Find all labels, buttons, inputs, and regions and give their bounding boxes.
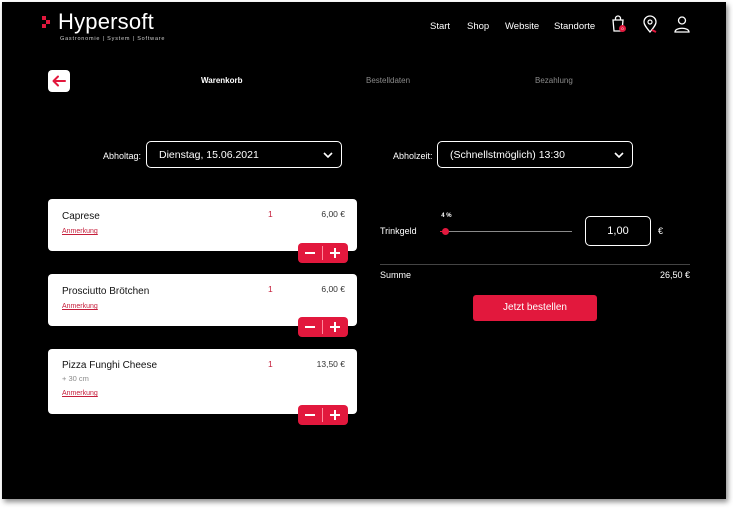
summary-label: Summe bbox=[380, 270, 412, 280]
pickup-time-label: Abholzeit: bbox=[393, 151, 433, 161]
order-button[interactable]: Jetzt bestellen bbox=[473, 295, 597, 321]
increase-button[interactable] bbox=[323, 405, 348, 425]
cart-item-name: Pizza Funghi Cheese bbox=[62, 360, 158, 371]
decrease-button[interactable] bbox=[298, 243, 322, 263]
tip-currency: € bbox=[658, 226, 664, 236]
cart-item-price: 13,50 € bbox=[316, 359, 345, 369]
arrow-left-icon bbox=[52, 75, 66, 87]
cart-item-qty: 1 bbox=[268, 284, 273, 294]
brand-tagline: Gastronomie | System | Software bbox=[60, 36, 166, 42]
cart-badge: 0 bbox=[619, 25, 626, 32]
back-button[interactable] bbox=[48, 70, 70, 92]
step-bestelldaten[interactable]: Bestelldaten bbox=[366, 76, 410, 85]
summary-divider bbox=[380, 264, 690, 265]
cart-item-price: 6,00 € bbox=[321, 284, 345, 294]
nav-start[interactable]: Start bbox=[430, 21, 450, 32]
tip-percent-label: 4 % bbox=[441, 213, 452, 219]
quantity-stepper bbox=[298, 243, 348, 263]
cart-item-name: Prosciutto Brötchen bbox=[62, 286, 150, 297]
pickup-time-value: (Schnellstmöglich) 13:30 bbox=[450, 149, 565, 161]
chevron-down-icon bbox=[323, 152, 333, 159]
cart-item-qty: 1 bbox=[268, 359, 273, 369]
increase-button[interactable] bbox=[323, 243, 348, 263]
increase-button[interactable] bbox=[323, 317, 348, 337]
step-warenkorb[interactable]: Warenkorb bbox=[201, 76, 243, 85]
quantity-stepper bbox=[298, 317, 348, 337]
nav-shop[interactable]: Shop bbox=[467, 21, 489, 32]
app-window: Hypersoft Gastronomie | System | Softwar… bbox=[2, 2, 726, 499]
step-bezahlung[interactable]: Bezahlung bbox=[535, 76, 573, 85]
pickup-day-label: Abholtag: bbox=[103, 151, 142, 161]
pickup-time-select[interactable]: (Schnellstmöglich) 13:30 bbox=[437, 141, 633, 168]
tip-slider-track[interactable] bbox=[440, 231, 572, 232]
brand-name: Hypersoft bbox=[58, 9, 154, 34]
cart-item-note-link[interactable]: Anmerkung bbox=[62, 303, 98, 310]
nav-standorte[interactable]: Standorte bbox=[554, 21, 595, 32]
cart-item-note-link[interactable]: Anmerkung bbox=[62, 228, 98, 235]
user-icon[interactable] bbox=[672, 14, 692, 34]
decrease-button[interactable] bbox=[298, 405, 322, 425]
cart-item-name: Caprese bbox=[62, 211, 100, 222]
quantity-stepper bbox=[298, 405, 348, 425]
cart-item-qty: 1 bbox=[268, 209, 273, 219]
tip-amount-input[interactable]: 1,00 bbox=[585, 216, 651, 246]
cart-icon[interactable]: 0 bbox=[608, 14, 628, 34]
pickup-day-value: Dienstag, 15.06.2021 bbox=[159, 149, 259, 161]
cart-item-option: + 30 cm bbox=[62, 374, 89, 383]
tip-slider-handle[interactable] bbox=[441, 228, 449, 235]
cart-item-note-link[interactable]: Anmerkung bbox=[62, 390, 98, 397]
chevron-down-icon bbox=[614, 152, 624, 159]
tip-label: Trinkgeld bbox=[380, 226, 417, 236]
pickup-day-select[interactable]: Dienstag, 15.06.2021 bbox=[146, 141, 342, 168]
location-icon[interactable] bbox=[640, 14, 660, 34]
summary-value: 26,50 € bbox=[660, 270, 691, 280]
cart-item-price: 6,00 € bbox=[321, 209, 345, 219]
nav-website[interactable]: Website bbox=[505, 21, 539, 32]
logo-mark-icon bbox=[42, 16, 56, 30]
decrease-button[interactable] bbox=[298, 317, 322, 337]
